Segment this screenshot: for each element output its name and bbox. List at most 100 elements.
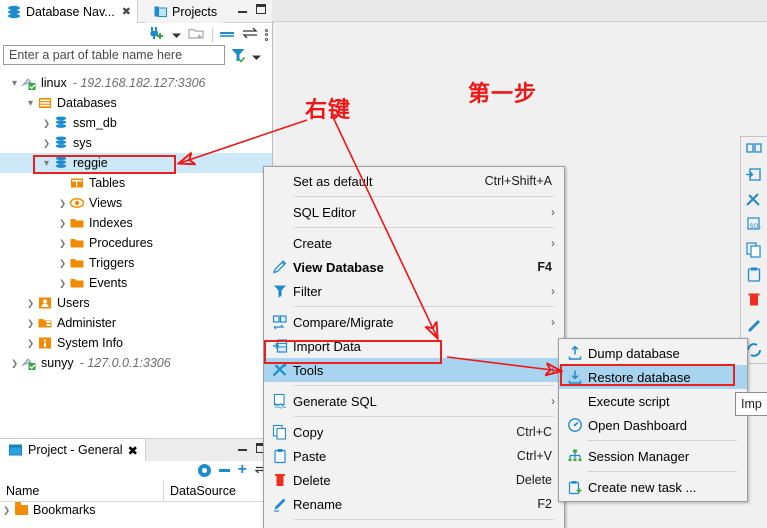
chevron-down-icon[interactable] xyxy=(252,50,261,64)
connection-icon xyxy=(21,76,37,91)
import-data-icon[interactable] xyxy=(745,166,763,184)
tab-project-general[interactable]: Project - General ✖ xyxy=(0,439,146,461)
menu-item-open-dashboard[interactable]: Open Dashboard xyxy=(559,413,747,437)
new-connection-icon[interactable] xyxy=(148,25,165,44)
expand-arrow-icon[interactable] xyxy=(56,198,69,209)
paste-icon[interactable] xyxy=(745,266,763,284)
tree-item-system-info[interactable]: System Info xyxy=(0,333,272,353)
compare-migrate-icon[interactable] xyxy=(745,141,763,159)
menu-item-generate-sql[interactable]: SQL Generate SQL › xyxy=(264,389,564,413)
table-row[interactable]: Bookmarks xyxy=(0,502,272,518)
tree-item-label: Tables xyxy=(89,176,126,190)
maximize-icon[interactable] xyxy=(256,4,266,14)
gear-icon[interactable] xyxy=(197,463,211,477)
menu-item-paste[interactable]: Paste Ctrl+V xyxy=(264,444,564,468)
database-tree[interactable]: linux - 192.168.182.127:3306 Databases ssm_… xyxy=(0,73,272,438)
tree-item-label: Triggers xyxy=(89,256,135,270)
menu-item-refresh[interactable]: RefreshF5 xyxy=(264,523,564,528)
tree-item-linux[interactable]: linux - 192.168.182.127:3306 xyxy=(0,73,272,93)
expand-arrow-icon[interactable] xyxy=(40,118,53,129)
menu-item-copy[interactable]: Copy Ctrl+C xyxy=(264,420,564,444)
minimize-icon[interactable] xyxy=(238,449,247,451)
expand-arrow-icon[interactable] xyxy=(56,238,69,249)
projects-icon xyxy=(152,4,168,19)
menu-item-label: Compare/Migrate xyxy=(293,314,394,330)
rename-icon xyxy=(267,496,293,512)
menu-item-sql-editor[interactable]: SQL Editor › xyxy=(264,200,564,224)
generate-sql-icon[interactable]: SQL xyxy=(745,216,763,234)
menu-item-dump-database[interactable]: Dump database xyxy=(559,341,747,365)
expand-arrow-icon[interactable] xyxy=(56,218,69,229)
trash-icon[interactable] xyxy=(745,291,763,309)
database-icon xyxy=(6,4,22,19)
menu-item-rename[interactable]: Rename F2 xyxy=(264,492,564,516)
chevron-down-icon[interactable] xyxy=(172,28,181,42)
menu-item-create[interactable]: Create › xyxy=(264,231,564,255)
menu-item-filter[interactable]: Filter › xyxy=(264,279,564,303)
menu-item-shortcut: Ctrl+C xyxy=(516,425,552,439)
menu-item-compare-migrate[interactable]: Compare/Migrate › xyxy=(264,310,564,334)
tree-item-databases[interactable]: Databases xyxy=(0,93,272,113)
expand-arrow-icon[interactable] xyxy=(40,138,53,149)
tree-item-events[interactable]: Events xyxy=(0,273,272,293)
menu-separator xyxy=(587,471,737,472)
tools-submenu[interactable]: Dump database Restore database Execute scr… xyxy=(558,338,748,502)
tree-item-administer[interactable]: Administer xyxy=(0,313,272,333)
menu-item-view-database[interactable]: View Database F4 xyxy=(264,255,564,279)
expand-arrow-icon[interactable] xyxy=(0,505,13,516)
link-editor-icon[interactable] xyxy=(242,27,258,42)
menu-item-label: Create new task ... xyxy=(588,479,697,495)
menu-item-shortcut: Ctrl+Shift+A xyxy=(484,174,552,188)
minimize-icon[interactable] xyxy=(238,11,247,13)
menu-item-create-new-task[interactable]: Create new task ... xyxy=(559,475,747,499)
menu-item-shortcut: Ctrl+V xyxy=(516,449,552,463)
expand-arrow-icon[interactable] xyxy=(24,98,37,109)
tree-item-sys[interactable]: sys xyxy=(0,133,272,153)
tab-label: Project - General xyxy=(28,443,123,457)
expand-arrow-icon[interactable] xyxy=(24,318,37,329)
add-icon[interactable]: + xyxy=(238,462,247,478)
view-menu-icon[interactable] xyxy=(265,28,268,41)
menu-item-set-as-default[interactable]: Set as default Ctrl+Shift+A xyxy=(264,169,564,193)
tree-item-sunyy[interactable]: sunyy - 127.0.0.1:3306 xyxy=(0,353,272,373)
menu-item-label: Set as default xyxy=(293,173,373,189)
expand-arrow-icon[interactable] xyxy=(56,258,69,269)
tab-projects[interactable]: Projects xyxy=(146,0,224,23)
column-header-datasource[interactable]: DataSource xyxy=(170,484,236,498)
tree-item-procedures[interactable]: Procedures xyxy=(0,233,272,253)
tree-item-indexes[interactable]: Indexes xyxy=(0,213,272,233)
expand-arrow-icon[interactable] xyxy=(8,78,21,89)
menu-item-execute-script[interactable]: Execute script xyxy=(559,389,747,413)
svg-text:SQL: SQL xyxy=(750,224,763,230)
column-header-name[interactable]: Name xyxy=(6,484,39,498)
tree-item-views[interactable]: Views xyxy=(0,193,272,213)
row-label: Bookmarks xyxy=(33,503,96,517)
expand-arrow-icon[interactable] xyxy=(24,338,37,349)
expand-arrow-icon[interactable] xyxy=(56,278,69,289)
tab-database-navigator[interactable]: Database Nav... ✖ xyxy=(0,0,138,23)
tools-icon[interactable] xyxy=(745,191,763,209)
menu-item-label: Tools xyxy=(293,362,324,378)
expand-arrow-icon[interactable] xyxy=(24,298,37,309)
filter-icon[interactable] xyxy=(230,47,246,66)
new-folder-icon[interactable] xyxy=(188,26,205,44)
tree-item-triggers[interactable]: Triggers xyxy=(0,253,272,273)
close-icon[interactable]: ✖ xyxy=(122,5,131,18)
system-info-icon xyxy=(37,336,53,351)
menu-item-label: Create xyxy=(293,235,333,251)
tree-item-tables[interactable]: Tables xyxy=(0,173,272,193)
menu-item-delete[interactable]: Delete Delete xyxy=(264,468,564,492)
menu-item-label: Delete xyxy=(293,472,331,488)
column-divider[interactable] xyxy=(163,481,164,502)
collapse-all-icon[interactable] xyxy=(218,468,230,472)
menu-item-session-manager[interactable]: Session Manager xyxy=(559,444,747,468)
tree-item-users[interactable]: Users xyxy=(0,293,272,313)
copy-icon[interactable] xyxy=(745,241,763,259)
expand-arrow-icon[interactable] xyxy=(8,358,21,369)
close-icon[interactable]: ✖ xyxy=(127,443,137,458)
rename-icon[interactable] xyxy=(745,316,763,334)
collapse-all-icon[interactable] xyxy=(220,28,235,42)
search-input[interactable]: Enter a part of table name here xyxy=(3,45,225,65)
tree-item-ssm-db[interactable]: ssm_db xyxy=(0,113,272,133)
menu-separator xyxy=(294,385,554,386)
